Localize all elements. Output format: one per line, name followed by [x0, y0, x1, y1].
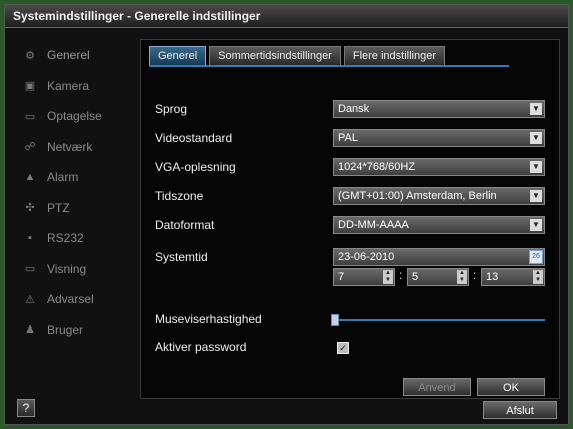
sidebar-item-label: Kamera	[47, 78, 90, 93]
window-title: Systemindstillinger - Generelle indstill…	[13, 9, 261, 23]
video-label: Videostandard	[155, 131, 233, 145]
timezone-label: Tidszone	[155, 189, 204, 203]
language-label: Sprog	[155, 102, 188, 116]
warning-icon: ⚠	[25, 293, 35, 306]
video-value: PAL	[338, 132, 358, 144]
language-select[interactable]: Dansk ▼	[333, 100, 545, 118]
sidebar-item-advarsel[interactable]: ⚠ Advarsel	[15, 284, 133, 315]
video-select[interactable]: PAL ▼	[333, 129, 545, 147]
sidebar-item-label: Bruger	[47, 322, 84, 337]
chevron-down-icon[interactable]: ▼	[530, 132, 542, 144]
sidebar: ⚙ Generel ▣ Kamera ▭ Optagelse ☍ Netværk…	[15, 40, 133, 345]
ok-button[interactable]: OK	[477, 378, 545, 396]
dateformat-select[interactable]: DD-MM-AAAA ▼	[333, 216, 545, 234]
chevron-down-icon[interactable]: ▼	[530, 161, 542, 173]
sidebar-item-kamera[interactable]: ▣ Kamera	[15, 71, 133, 102]
sidebar-item-ptz[interactable]: ✣ PTZ	[15, 193, 133, 224]
sidebar-item-optagelse[interactable]: ▭ Optagelse	[15, 101, 133, 132]
settings-window: Systemindstillinger - Generelle indstill…	[4, 4, 569, 425]
alarm-icon: ▲	[24, 171, 36, 184]
sidebar-item-label: Optagelse	[47, 109, 102, 124]
mouse-speed-slider[interactable]	[331, 319, 545, 321]
network-icon: ☍	[24, 141, 36, 154]
minute-value: 5	[412, 271, 419, 283]
vga-value: 1024*768/60HZ	[338, 161, 416, 173]
monitor-icon: ▭	[24, 263, 36, 276]
sidebar-item-label: PTZ	[47, 200, 70, 215]
time-separator: :	[473, 268, 477, 282]
calendar-icon[interactable]: 26	[529, 250, 543, 264]
hour-input[interactable]: 7 ▲ ▼	[333, 268, 395, 286]
time-separator: :	[399, 268, 403, 282]
timezone-select[interactable]: (GMT+01:00) Amsterdam, Berlin ▼	[333, 187, 545, 205]
second-input[interactable]: 13 ▲ ▼	[481, 268, 545, 286]
sidebar-item-visning[interactable]: ▭ Visning	[15, 254, 133, 285]
title-bar: Systemindstillinger - Generelle indstill…	[5, 5, 568, 28]
timezone-value: (GMT+01:00) Amsterdam, Berlin	[338, 190, 497, 202]
chevron-down-icon[interactable]: ▼	[530, 219, 542, 231]
tab-bar: Generel Sommertidsindstillinger Flere in…	[149, 46, 446, 65]
sidebar-item-label: Advarsel	[47, 292, 94, 307]
password-checkbox[interactable]: ✓	[337, 342, 349, 354]
exit-button[interactable]: Afslut	[483, 401, 557, 419]
date-input[interactable]: 23-06-2010 26	[333, 248, 545, 266]
sidebar-item-generel[interactable]: ⚙ Generel	[15, 40, 133, 71]
record-icon: ▭	[24, 110, 36, 123]
apply-button[interactable]: Anvend	[403, 378, 471, 396]
dateformat-label: Datoformat	[155, 218, 215, 232]
sidebar-item-label: Netværk	[47, 139, 93, 154]
spinner-icon[interactable]: ▲ ▼	[457, 270, 467, 284]
sidebar-item-label: Visning	[47, 261, 87, 276]
rs232-icon: ▪	[28, 232, 32, 245]
user-icon: ♟	[25, 324, 35, 337]
language-value: Dansk	[338, 103, 370, 115]
settings-panel: Generel Sommertidsindstillinger Flere in…	[140, 39, 560, 399]
hour-value: 7	[338, 271, 345, 283]
spinner-icon[interactable]: ▲ ▼	[383, 270, 393, 284]
time-inputs: 7 ▲ ▼ : 5 ▲ ▼ : 13 ▲ ▼	[333, 268, 545, 286]
sidebar-item-alarm[interactable]: ▲ Alarm	[15, 162, 133, 193]
dateformat-value: DD-MM-AAAA	[338, 219, 409, 231]
tab-underline	[149, 65, 509, 67]
spinner-icon[interactable]: ▲ ▼	[533, 270, 543, 284]
tab-sommertid[interactable]: Sommertidsindstillinger	[209, 46, 341, 65]
sidebar-item-label: Generel	[47, 48, 90, 63]
date-value: 23-06-2010	[338, 251, 395, 263]
ptz-icon: ✣	[25, 202, 35, 215]
password-label: Aktiver password	[155, 340, 247, 354]
tab-generel[interactable]: Generel	[149, 46, 207, 65]
slider-thumb[interactable]	[331, 314, 339, 326]
gear-icon: ⚙	[25, 49, 35, 62]
help-button[interactable]: ?	[17, 399, 35, 417]
tab-flere[interactable]: Flere indstillinger	[343, 46, 446, 65]
sidebar-item-bruger[interactable]: ♟ Bruger	[15, 315, 133, 346]
chevron-down-icon[interactable]: ▼	[530, 190, 542, 202]
chevron-down-icon[interactable]: ▼	[530, 103, 542, 115]
sidebar-item-rs232[interactable]: ▪ RS232	[15, 223, 133, 254]
vga-select[interactable]: 1024*768/60HZ ▼	[333, 158, 545, 176]
second-value: 13	[486, 271, 499, 283]
help-icon: ?	[22, 401, 30, 415]
sidebar-item-netvaerk[interactable]: ☍ Netværk	[15, 132, 133, 163]
camera-icon: ▣	[24, 80, 36, 93]
systemtime-label: Systemtid	[155, 250, 208, 264]
minute-input[interactable]: 5 ▲ ▼	[407, 268, 469, 286]
sidebar-item-label: RS232	[47, 231, 84, 246]
mouse-speed-label: Museviserhastighed	[155, 312, 262, 326]
sidebar-item-label: Alarm	[47, 170, 79, 185]
vga-label: VGA-oplesning	[155, 160, 236, 174]
